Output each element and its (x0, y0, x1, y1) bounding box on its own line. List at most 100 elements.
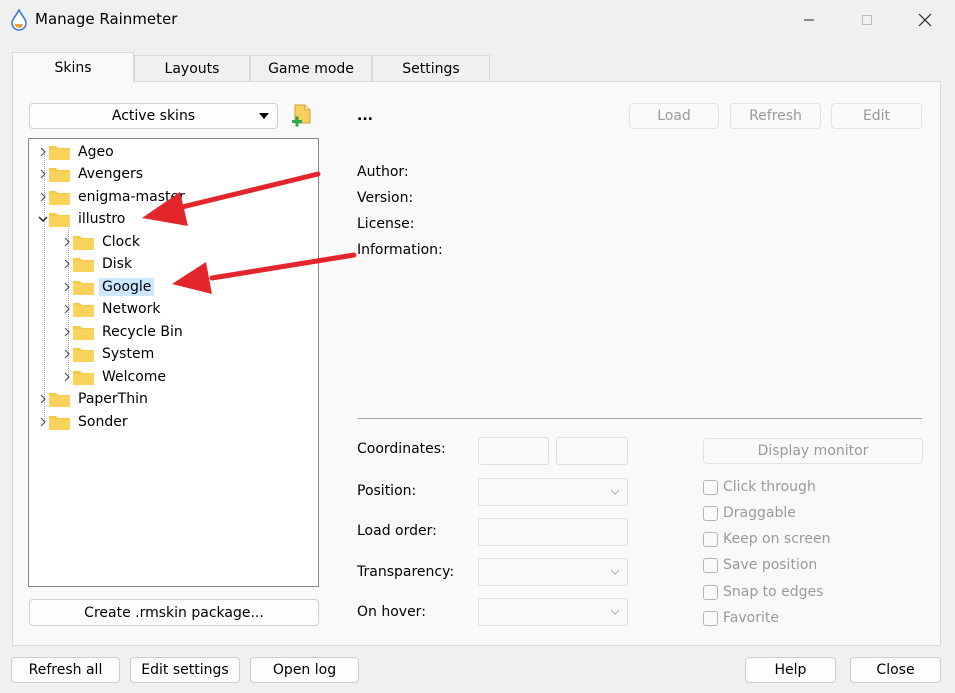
create-rmskin-package-button[interactable]: Create .rmskin package... (29, 599, 319, 626)
folder-icon (49, 213, 70, 227)
load-order-field[interactable] (478, 518, 628, 546)
chevron-right-icon[interactable] (61, 348, 73, 360)
minimize-icon (804, 19, 814, 21)
chevron-right-icon[interactable] (61, 303, 73, 315)
chevron-right-icon[interactable] (61, 258, 73, 270)
favorite-checkbox[interactable]: Favorite (703, 608, 779, 628)
edit-button[interactable]: Edit (831, 103, 922, 129)
tab-settings[interactable]: Settings (372, 55, 490, 82)
position-select[interactable] (478, 478, 628, 506)
folder-icon (49, 416, 70, 430)
checkbox-label: Draggable (723, 505, 796, 521)
chevron-right-icon[interactable] (61, 281, 73, 293)
folder-icon (49, 168, 70, 182)
maximize-icon (862, 15, 872, 25)
folder-icon (73, 303, 94, 317)
draggable-checkbox[interactable]: Draggable (703, 503, 796, 523)
on-hover-label: On hover: (357, 604, 426, 620)
coordinate-y-field[interactable] (556, 437, 628, 465)
folder-icon (49, 191, 70, 205)
tree-item-network[interactable]: Network (61, 298, 163, 320)
chevron-right-icon[interactable] (61, 371, 73, 383)
chevron-right-icon[interactable] (37, 168, 49, 180)
checkbox-box[interactable] (703, 479, 718, 495)
load-button[interactable]: Load (629, 103, 719, 129)
chevron-right-icon[interactable] (37, 393, 49, 405)
chevron-right-icon[interactable] (61, 236, 73, 248)
checkbox-box[interactable] (703, 557, 718, 573)
open-log-button[interactable]: Open log (250, 657, 359, 683)
position-label: Position: (357, 483, 417, 499)
chevron-right-icon[interactable] (37, 146, 49, 158)
snap-to-edges-checkbox[interactable]: Snap to edges (703, 582, 823, 602)
tab-game-mode[interactable]: Game mode (250, 55, 372, 82)
tree-item-label: illustro (78, 211, 126, 227)
folder-icon (73, 281, 94, 295)
display-monitor-button[interactable]: Display monitor (703, 438, 923, 464)
tree-item-system[interactable]: System (61, 343, 157, 365)
divider (357, 418, 922, 419)
tree-item-sonder[interactable]: Sonder (37, 411, 131, 433)
checkbox-label: Click through (723, 479, 816, 495)
checkbox-label: Save position (723, 557, 818, 573)
chevron-down-icon (611, 489, 619, 495)
save-position-checkbox[interactable]: Save position (703, 555, 817, 575)
chevron-right-icon[interactable] (61, 326, 73, 338)
chevron-right-icon[interactable] (37, 191, 49, 203)
author-label: Author: (357, 164, 409, 180)
checkbox-box[interactable] (703, 505, 718, 521)
checkbox-box[interactable] (703, 584, 718, 600)
close-window-button[interactable] (896, 0, 954, 40)
tab-layouts[interactable]: Layouts (134, 55, 250, 82)
maximize-button[interactable] (838, 0, 896, 40)
on-hover-select[interactable] (478, 598, 628, 626)
click-through-checkbox[interactable]: Click through (703, 477, 816, 497)
tree-item-illustro[interactable]: illustro (37, 208, 128, 230)
coordinate-x-field[interactable] (478, 437, 549, 465)
tree-item-label: Recycle Bin (102, 324, 183, 340)
tree-item-google[interactable]: Google (61, 276, 155, 298)
add-skin-icon[interactable] (291, 104, 313, 128)
help-button[interactable]: Help (745, 657, 836, 683)
keep-on-screen-checkbox[interactable]: Keep on screen (703, 529, 830, 549)
tab-skins[interactable]: Skins (12, 52, 134, 82)
refresh-all-button[interactable]: Refresh all (11, 657, 120, 683)
tree-item-ageo[interactable]: Ageo (37, 141, 117, 163)
folder-icon (73, 371, 94, 385)
checkbox-box[interactable] (703, 610, 718, 626)
folder-icon (73, 326, 94, 340)
tree-item-disk[interactable]: Disk (61, 253, 135, 275)
folder-icon (49, 393, 70, 407)
license-label: License: (357, 216, 415, 232)
tree-item-label: Ageo (78, 144, 114, 160)
tree-item-label: Network (102, 301, 161, 317)
tree-item-label: Google (99, 278, 155, 296)
coordinates-label: Coordinates: (357, 441, 446, 457)
rainmeter-drop-icon (11, 9, 27, 31)
transparency-label: Transparency: (357, 564, 455, 580)
tree-item-recycle-bin[interactable]: Recycle Bin (61, 321, 186, 343)
tree-item-paperthin[interactable]: PaperThin (37, 388, 151, 410)
window-title: Manage Rainmeter (35, 10, 178, 28)
refresh-button[interactable]: Refresh (730, 103, 821, 129)
checkbox-label: Keep on screen (723, 531, 831, 547)
tree-item-enigma-master[interactable]: enigma-master (37, 186, 188, 208)
chevron-down-icon[interactable] (37, 213, 49, 225)
checkbox-box[interactable] (703, 531, 718, 547)
transparency-select[interactable] (478, 558, 628, 586)
chevron-right-icon[interactable] (37, 416, 49, 428)
tree-item-welcome[interactable]: Welcome (61, 366, 169, 388)
edit-settings-button[interactable]: Edit settings (130, 657, 240, 683)
minimize-button[interactable] (780, 0, 838, 40)
skins-tree[interactable]: Ageo Avengers enigma-master illustro Clo… (28, 138, 319, 587)
chevron-down-icon (611, 569, 619, 575)
tree-item-label: Disk (102, 256, 133, 272)
tree-item-avengers[interactable]: Avengers (37, 163, 146, 185)
checkbox-label: Snap to edges (723, 584, 824, 600)
active-skins-dropdown[interactable]: Active skins (29, 103, 278, 129)
tree-item-clock[interactable]: Clock (61, 231, 143, 253)
selected-skin-name: ... (357, 108, 373, 124)
close-button[interactable]: Close (850, 657, 941, 683)
version-label: Version: (357, 190, 414, 206)
tree-item-label: Welcome (102, 369, 167, 385)
